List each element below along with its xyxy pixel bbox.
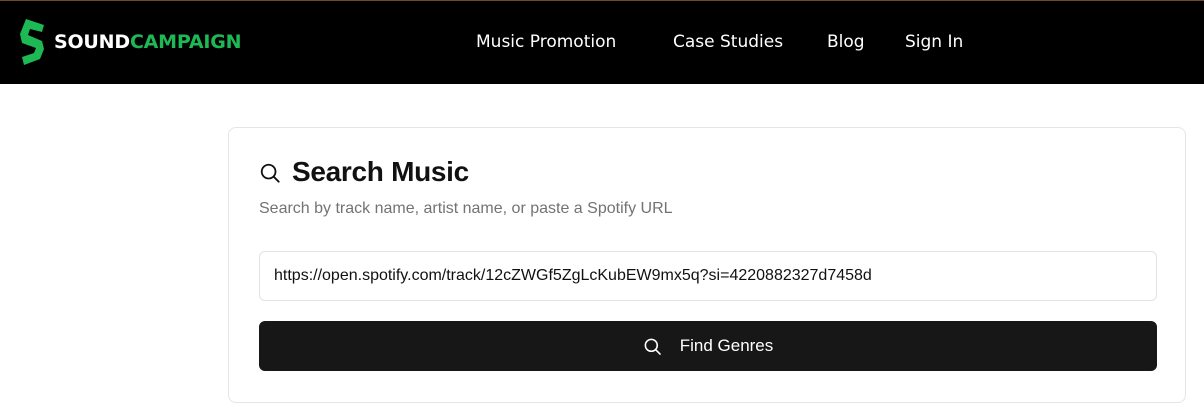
find-genres-button[interactable]: Find Genres: [259, 321, 1157, 371]
search-icon: [260, 163, 280, 183]
search-subtitle: Search by track name, artist name, or pa…: [259, 200, 673, 217]
page-title: Search Music: [292, 156, 469, 187]
search-input[interactable]: [259, 251, 1157, 301]
nav-music-promotion[interactable]: Music Promotion: [476, 31, 616, 53]
card-title: Search Music: [259, 156, 469, 188]
nav-sign-in[interactable]: Sign In: [905, 31, 963, 53]
search-icon: [644, 338, 661, 355]
main-nav: Music Promotion Case Studies Blog Sign I…: [0, 1, 1204, 85]
nav-blog[interactable]: Blog: [827, 31, 865, 53]
nav-case-studies[interactable]: Case Studies: [673, 31, 783, 53]
search-music-card: Search Music Search by track name, artis…: [228, 127, 1186, 403]
find-genres-label: Find Genres: [679, 336, 774, 355]
top-navigation-bar: SOUNDCAMPAIGN Music Promotion Case Studi…: [0, 0, 1204, 84]
